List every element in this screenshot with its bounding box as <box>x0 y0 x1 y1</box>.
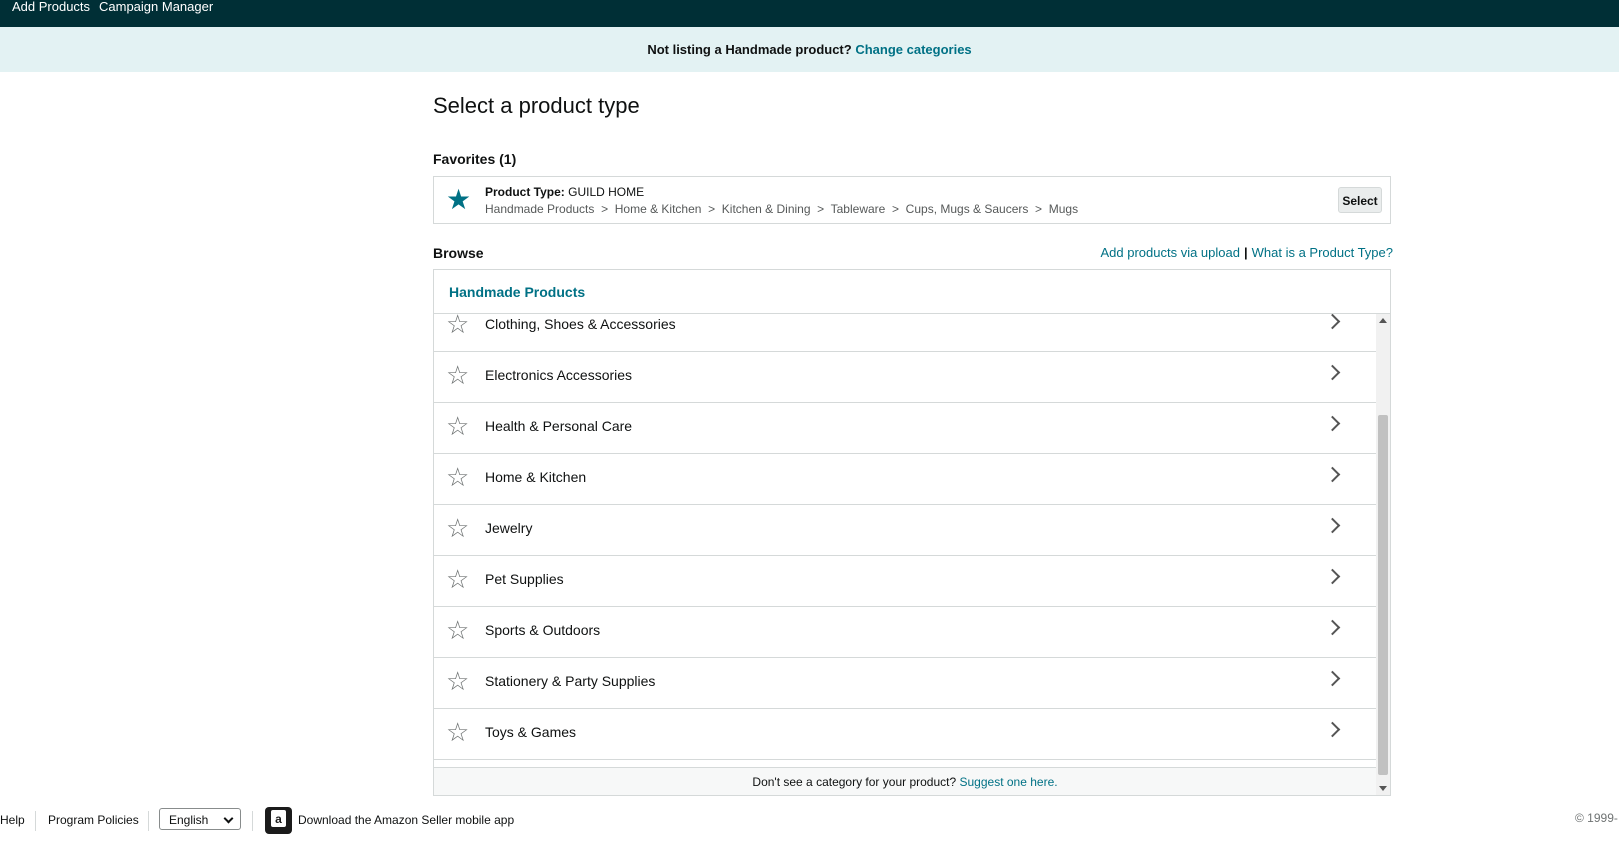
change-categories-link[interactable]: Change categories <box>855 42 971 57</box>
footer: Help Program Policies English a Download… <box>0 805 1619 835</box>
category-row[interactable]: ☆ Electronics Accessories <box>434 352 1376 403</box>
star-outline-icon[interactable]: ☆ <box>446 463 469 491</box>
footer-divider <box>148 811 149 831</box>
star-outline-icon[interactable]: ☆ <box>446 565 469 593</box>
category-row[interactable]: ☆ Stationery & Party Supplies <box>434 658 1376 709</box>
nav-campaign-manager[interactable]: Campaign Manager <box>99 0 213 14</box>
chevron-right-icon <box>1324 721 1341 738</box>
footer-help-link[interactable]: Help <box>0 813 25 827</box>
category-banner: Not listing a Handmade product? Change c… <box>0 27 1619 72</box>
category-list: ☆ Clothing, Shoes & Accessories ☆ Electr… <box>434 314 1376 767</box>
language-select[interactable]: English <box>159 808 241 830</box>
select-button[interactable]: Select <box>1338 187 1382 213</box>
category-row[interactable]: ☆ Jewelry <box>434 505 1376 556</box>
download-app-link[interactable]: Download the Amazon Seller mobile app <box>298 813 514 827</box>
category-label: Home & Kitchen <box>485 469 587 485</box>
scroll-thumb[interactable] <box>1378 415 1388 775</box>
category-label: Jewelry <box>485 520 533 536</box>
category-row[interactable]: ☆ Sports & Outdoors <box>434 607 1376 658</box>
chevron-right-icon <box>1324 364 1341 381</box>
copyright-text: © 1999- <box>1575 811 1618 825</box>
favorite-item: ★ Product Type: GUILD HOME Handmade Prod… <box>433 176 1391 224</box>
chevron-right-icon <box>1324 670 1341 687</box>
star-outline-icon[interactable]: ☆ <box>446 616 469 644</box>
category-label: Stationery & Party Supplies <box>485 673 656 689</box>
favorite-category-path: Handmade Products > Home & Kitchen > Kit… <box>485 202 1079 216</box>
favorites-heading: Favorites (1) <box>433 151 517 167</box>
footer-divider <box>35 811 36 831</box>
category-label: Clothing, Shoes & Accessories <box>485 316 676 332</box>
browse-links: Add products via upload | What is a Produc… <box>1100 245 1393 260</box>
star-outline-icon[interactable]: ☆ <box>446 514 469 542</box>
star-outline-icon[interactable]: ☆ <box>446 361 469 389</box>
chevron-right-icon <box>1324 568 1341 585</box>
language-selected-value: English <box>169 813 209 827</box>
add-via-upload-link[interactable]: Add products via upload <box>1100 245 1239 260</box>
category-label: Pet Supplies <box>485 571 564 587</box>
category-label: Health & Personal Care <box>485 418 633 434</box>
nav-add-products[interactable]: Add Products <box>12 0 90 14</box>
footer-divider <box>252 811 253 831</box>
star-outline-icon[interactable]: ☆ <box>446 314 469 338</box>
top-nav-bar: Add Products Campaign Manager <box>0 0 1619 27</box>
category-label: Sports & Outdoors <box>485 622 601 638</box>
suggest-category-link[interactable]: Suggest one here. <box>960 775 1058 789</box>
chevron-right-icon <box>1324 466 1341 483</box>
favorite-product-type: Product Type: GUILD HOME <box>485 185 645 199</box>
chevron-down-icon <box>223 813 234 824</box>
chevron-right-icon <box>1324 619 1341 636</box>
category-row[interactable]: ☆ Clothing, Shoes & Accessories <box>434 314 1376 352</box>
breadcrumb-handmade-products[interactable]: Handmade Products <box>449 284 585 300</box>
star-outline-icon[interactable]: ☆ <box>446 667 469 695</box>
suggest-text: Don't see a category for your product? <box>752 775 957 789</box>
category-label: Electronics Accessories <box>485 367 633 383</box>
category-row[interactable]: ☆ Home & Kitchen <box>434 454 1376 505</box>
link-separator: | <box>1243 245 1248 260</box>
browse-heading: Browse <box>433 245 484 261</box>
suggest-category-row: Don't see a category for your product? S… <box>434 767 1376 795</box>
scroll-down-arrow-icon[interactable] <box>1379 786 1387 791</box>
what-is-product-type-link[interactable]: What is a Product Type? <box>1252 245 1393 260</box>
chevron-right-icon <box>1324 415 1341 432</box>
browse-breadcrumb: Handmade Products <box>434 270 1390 314</box>
chevron-right-icon <box>1324 314 1341 330</box>
chevron-right-icon <box>1324 517 1341 534</box>
category-scrollbar[interactable] <box>1376 314 1390 795</box>
category-label: Toys & Games <box>485 724 577 740</box>
banner-text: Not listing a Handmade product? <box>647 42 852 57</box>
star-filled-icon[interactable]: ★ <box>446 185 471 215</box>
category-row[interactable]: ☆ Toys & Games <box>434 709 1376 760</box>
scroll-up-arrow-icon[interactable] <box>1379 318 1387 323</box>
star-outline-icon[interactable]: ☆ <box>446 718 469 746</box>
page-title: Select a product type <box>433 93 640 118</box>
amazon-app-icon[interactable]: a <box>265 807 292 834</box>
category-row[interactable]: ☆ Pet Supplies <box>434 556 1376 607</box>
footer-program-policies-link[interactable]: Program Policies <box>48 813 139 827</box>
browse-panel: Handmade Products ☆ Clothing, Shoes & Ac… <box>433 269 1391 796</box>
category-row[interactable]: ☆ Health & Personal Care <box>434 403 1376 454</box>
star-outline-icon[interactable]: ☆ <box>446 412 469 440</box>
